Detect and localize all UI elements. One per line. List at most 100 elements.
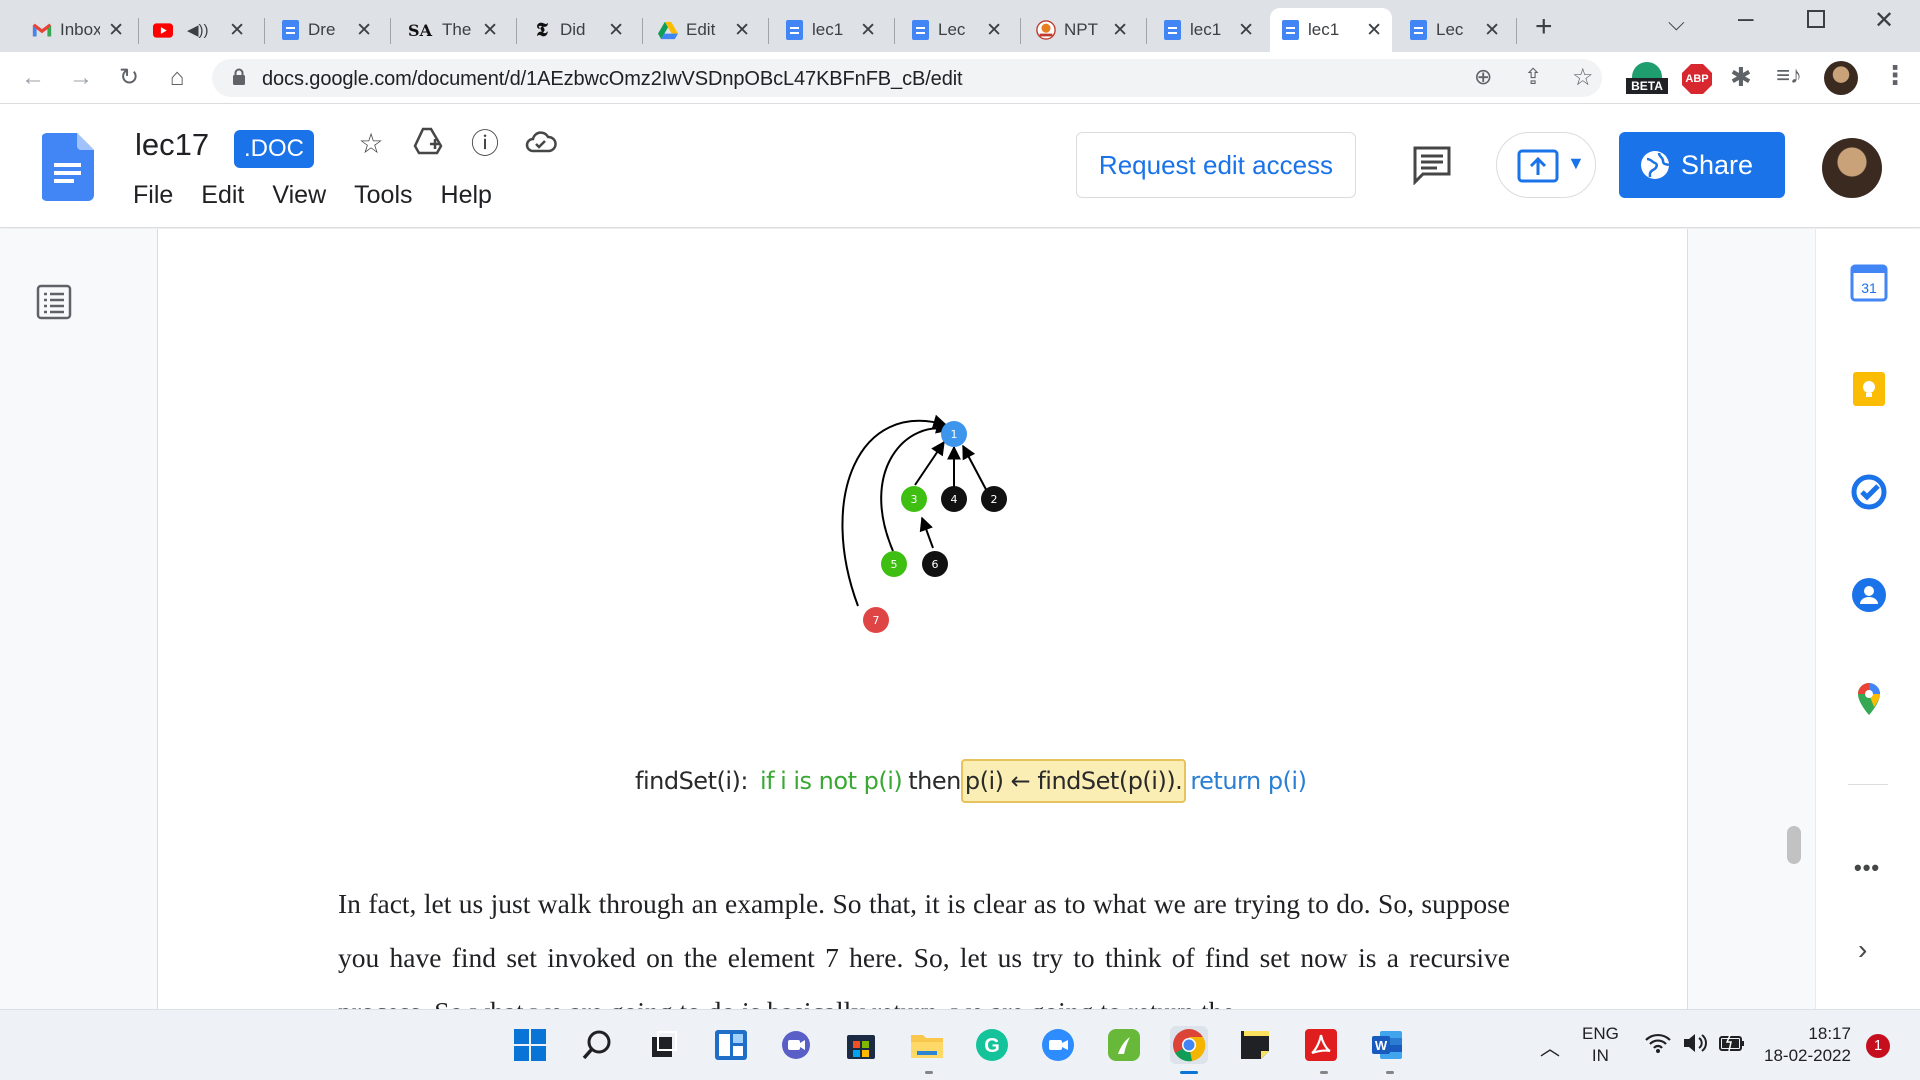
seeking-alpha-icon: SA (408, 20, 432, 40)
tab-drive[interactable]: Edit ✕ (648, 8, 760, 52)
input-language-indicator[interactable]: ENG IN (1582, 1023, 1619, 1067)
zoom-app-icon[interactable] (1039, 1026, 1077, 1064)
close-icon[interactable]: ✕ (1366, 19, 1382, 42)
home-icon[interactable]: ⌂ (162, 63, 192, 93)
tab-docs-lec1-b[interactable]: lec1 ✕ (1152, 8, 1264, 52)
bookmark-star-icon[interactable]: ☆ (1572, 63, 1594, 92)
globe-icon (1641, 151, 1670, 179)
extensions-puzzle-icon[interactable]: ✱ (1730, 62, 1752, 93)
close-icon[interactable]: ✕ (1112, 19, 1128, 42)
share-button[interactable]: Share (1619, 132, 1785, 198)
speaker-muted-icon[interactable]: ◀)) (187, 21, 209, 39)
beta-extension-icon[interactable]: BETA (1626, 62, 1668, 96)
close-icon[interactable]: ✕ (734, 19, 750, 42)
document-page[interactable]: 1 3 4 2 5 6 7 findSet(i): if i is not p(… (157, 229, 1688, 1027)
tab-youtube[interactable]: ◀)) ✕ (143, 8, 255, 52)
keep-icon[interactable] (1850, 370, 1888, 408)
menu-view[interactable]: View (272, 181, 326, 210)
tray-overflow-chevron-icon[interactable]: ︿ (1540, 1032, 1560, 1061)
close-icon[interactable]: ✕ (356, 19, 372, 42)
omnibox[interactable]: docs.google.com/document/d/1AEzbwcOmz2Iw… (212, 59, 1602, 97)
document-outline-icon[interactable] (36, 284, 72, 320)
file-explorer-icon[interactable] (908, 1026, 946, 1064)
system-clock[interactable]: 18:17 18-02-2022 (1764, 1023, 1851, 1067)
url-text[interactable]: docs.google.com/document/d/1AEzbwcOmz2Iw… (262, 68, 963, 91)
tasks-icon[interactable] (1850, 473, 1888, 511)
contacts-icon[interactable] (1850, 576, 1888, 614)
back-icon[interactable]: ← (18, 63, 48, 93)
cloud-saved-icon[interactable] (524, 127, 558, 161)
account-avatar[interactable] (1822, 138, 1882, 198)
volume-icon[interactable] (1682, 1031, 1710, 1060)
teams-chat-icon[interactable] (777, 1026, 815, 1064)
word-icon[interactable]: W (1368, 1026, 1406, 1064)
microsoft-store-icon[interactable] (842, 1026, 880, 1064)
forward-icon[interactable]: → (66, 63, 96, 93)
wifi-icon[interactable] (1645, 1032, 1671, 1060)
tab-gmail[interactable]: Inbox ✕ (22, 8, 134, 52)
comment-history-icon[interactable] (1412, 145, 1452, 185)
tab-search-icon[interactable]: ⌵ (1668, 10, 1685, 36)
document-title[interactable]: lec17 (135, 127, 209, 163)
tab-docs-lec-b[interactable]: Lec ✕ (1398, 8, 1510, 52)
minimize-icon[interactable]: – (1738, 2, 1754, 34)
close-icon[interactable]: ✕ (229, 19, 245, 42)
evernote-icon[interactable] (1105, 1026, 1143, 1064)
close-icon[interactable]: ✕ (860, 19, 876, 42)
chrome-icon[interactable] (1170, 1026, 1208, 1064)
dropdown-arrow-icon[interactable]: ▼ (1567, 153, 1585, 174)
grammarly-icon[interactable]: G (973, 1026, 1011, 1064)
menu-help[interactable]: Help (441, 181, 492, 210)
close-icon[interactable]: ✕ (1238, 19, 1254, 42)
task-view-icon[interactable] (645, 1026, 683, 1064)
reload-icon[interactable]: ↻ (114, 63, 144, 93)
tab-docs-lec1-active[interactable]: lec1 ✕ (1270, 8, 1392, 52)
lock-icon[interactable] (232, 68, 246, 86)
window-close-icon[interactable]: ✕ (1874, 6, 1894, 35)
zoom-icon[interactable]: ⊕ (1474, 64, 1492, 90)
collapse-panel-icon[interactable]: › (1858, 934, 1867, 966)
move-to-drive-icon[interactable] (411, 127, 445, 161)
new-tab-button[interactable]: + (1535, 10, 1553, 44)
sticky-notes-icon[interactable] (1236, 1026, 1274, 1064)
more-apps-icon[interactable]: ••• (1854, 855, 1880, 881)
info-icon[interactable]: ⓘ (468, 127, 502, 161)
acrobat-icon[interactable] (1302, 1026, 1340, 1064)
windows-start-icon[interactable] (511, 1026, 549, 1064)
profile-avatar[interactable] (1824, 61, 1858, 95)
google-docs-logo[interactable] (42, 133, 94, 201)
tab-nptel[interactable]: NPT ✕ (1026, 8, 1138, 52)
menu-edit[interactable]: Edit (201, 181, 244, 210)
notification-badge[interactable]: 1 (1866, 1034, 1890, 1058)
battery-charging-icon[interactable] (1718, 1032, 1746, 1059)
menu-tools[interactable]: Tools (354, 181, 412, 210)
windows-taskbar: G W ︿ ENG IN 18:17 18-02-2022 1 (0, 1009, 1920, 1080)
formula-then: then (908, 767, 961, 795)
adblock-icon[interactable]: ABP (1682, 64, 1712, 94)
close-icon[interactable]: ✕ (1484, 19, 1500, 42)
tab-docs-dre[interactable]: Dre ✕ (270, 8, 382, 52)
scrollbar-thumb[interactable] (1787, 826, 1801, 864)
close-icon[interactable]: ✕ (986, 19, 1002, 42)
close-icon[interactable]: ✕ (608, 19, 624, 42)
maps-icon[interactable] (1850, 679, 1888, 717)
browser-menu-icon[interactable]: ⋮ (1882, 60, 1908, 91)
tab-seeking-alpha[interactable]: SA The ✕ (396, 8, 508, 52)
present-button[interactable]: ▼ (1496, 132, 1596, 198)
tab-docs-lec-a[interactable]: Lec ✕ (900, 8, 1012, 52)
calendar-icon[interactable]: 31 (1850, 264, 1888, 302)
taskbar-search-icon[interactable] (578, 1026, 616, 1064)
close-icon[interactable]: ✕ (482, 19, 498, 42)
gmail-icon (32, 20, 52, 40)
close-icon[interactable]: ✕ (108, 19, 124, 42)
menu-file[interactable]: File (133, 181, 173, 210)
tab-docs-lec1-a[interactable]: lec1 ✕ (774, 8, 886, 52)
restore-icon[interactable] (1807, 10, 1825, 28)
request-edit-access-button[interactable]: Request edit access (1076, 132, 1356, 198)
tab-nytimes[interactable]: 𝕿 Did ✕ (522, 8, 634, 52)
star-icon[interactable]: ☆ (354, 127, 388, 161)
widgets-icon[interactable] (712, 1026, 750, 1064)
share-page-icon[interactable]: ⇪ (1524, 64, 1542, 90)
media-controls-icon[interactable]: ≡♪ (1776, 62, 1802, 90)
docs-menubar: File Edit View Tools Help (133, 181, 520, 210)
